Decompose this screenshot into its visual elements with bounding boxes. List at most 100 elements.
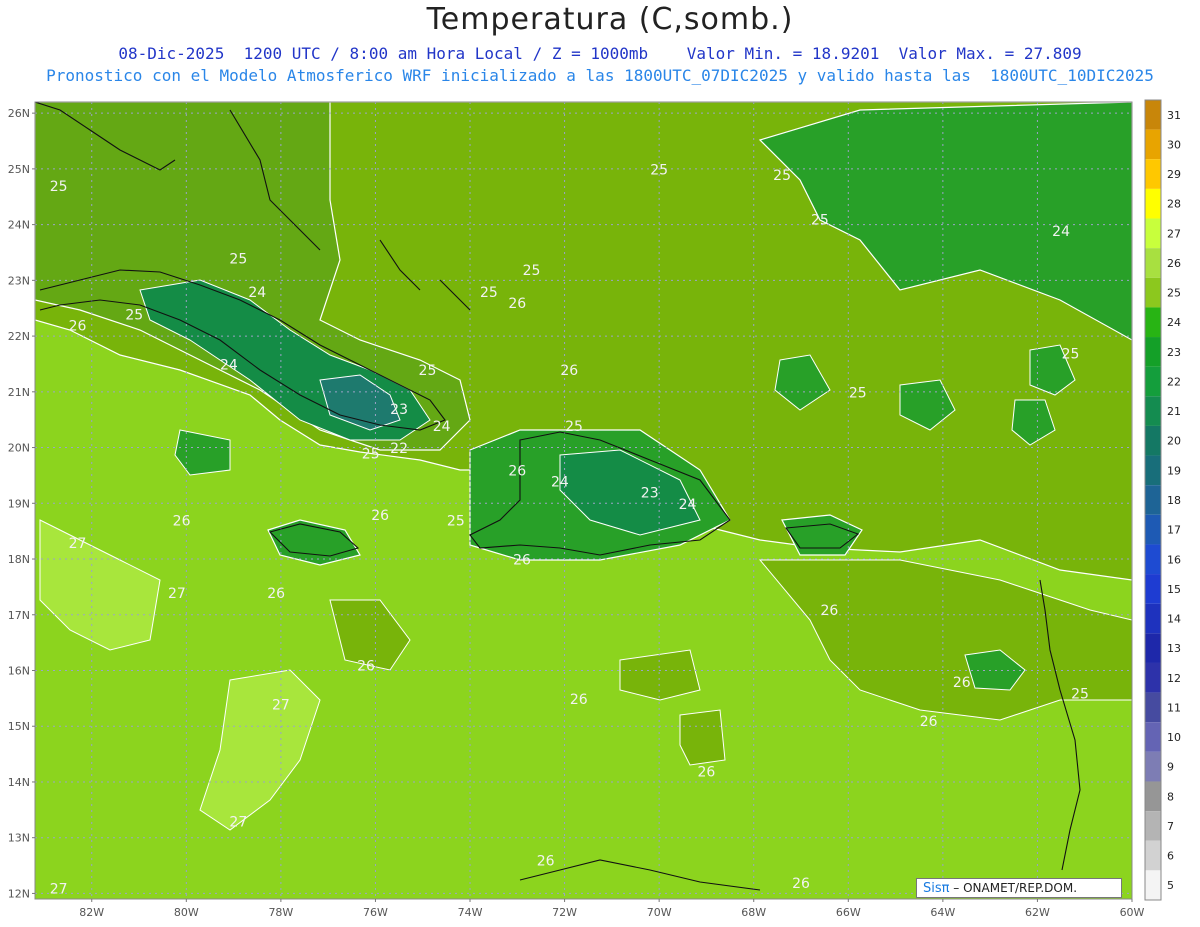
contour-label: 27 — [50, 881, 68, 897]
sispi-logo: Sisπ — [923, 881, 950, 896]
colorbar-swatch — [1145, 574, 1161, 604]
contour-label: 24 — [220, 358, 238, 374]
contour-label: 23 — [641, 486, 659, 502]
lon-label: 64W — [930, 906, 955, 919]
contour-label: 24 — [551, 475, 569, 491]
contour-label: 26 — [570, 692, 588, 708]
colorbar-label: 26 — [1167, 257, 1181, 270]
colorbar-label: 19 — [1167, 464, 1181, 477]
colorbar-swatch — [1145, 544, 1161, 575]
lon-label: 62W — [1025, 906, 1050, 919]
lat-label: 23N — [8, 274, 30, 287]
lon-label: 68W — [741, 906, 766, 919]
contour-label: 25 — [125, 307, 143, 323]
colorbar-label: 17 — [1167, 524, 1181, 537]
contour-label: 26 — [820, 603, 838, 619]
contour-label: 26 — [371, 508, 389, 524]
contour-label: 25 — [419, 363, 437, 379]
credit-text: – ONAMET/REP.DOM. — [953, 881, 1078, 895]
colorbar-label: 11 — [1167, 701, 1181, 714]
colorbar-swatch — [1145, 722, 1161, 752]
colorbar-swatch — [1145, 811, 1161, 841]
contour-label: 26 — [698, 764, 716, 780]
contour-label: 26 — [69, 319, 87, 335]
contour-label: 27 — [168, 586, 186, 602]
colorbar-swatch — [1145, 751, 1161, 782]
lon-label: 60W — [1120, 906, 1145, 919]
colorbar-label: 20 — [1167, 435, 1181, 448]
lat-label: 12N — [8, 887, 30, 900]
field-25-blob-h — [679, 709, 726, 766]
colorbar-swatch — [1145, 662, 1161, 693]
colorbar-label: 14 — [1167, 613, 1181, 626]
colorbar-swatch — [1145, 248, 1161, 278]
contour-label: 25 — [650, 162, 668, 178]
colorbar-label: 22 — [1167, 375, 1181, 388]
colorbar-label: 23 — [1167, 346, 1181, 359]
colorbar-label: 21 — [1167, 405, 1181, 418]
colorbar-swatch — [1145, 100, 1161, 130]
contour-label: 25 — [1062, 346, 1080, 362]
colorbar-label: 7 — [1167, 820, 1174, 833]
lat-label: 21N — [8, 386, 30, 399]
colorbar-swatch — [1145, 514, 1161, 545]
colorbar-label: 18 — [1167, 494, 1181, 507]
credit-box: Sisπ – ONAMET/REP.DOM. — [916, 878, 1122, 898]
colorbar-label: 28 — [1167, 198, 1181, 211]
colorbar-swatch — [1145, 485, 1161, 515]
colorbar-swatch — [1145, 396, 1161, 426]
colorbar-label: 9 — [1167, 761, 1174, 774]
latitude-labels: 26N 25N 24N 23N 22N 21N 20N 19N 18N 17N 16N 15N 14N 1… — [8, 107, 35, 900]
colorbar-label: 10 — [1167, 731, 1181, 744]
lat-label: 18N — [8, 553, 30, 566]
lat-label: 19N — [8, 497, 30, 510]
contour-label: 25 — [523, 263, 541, 279]
colorbar-swatch — [1145, 840, 1161, 871]
contour-label: 26 — [508, 463, 526, 479]
colorbar-swatch — [1145, 129, 1161, 160]
temperature-field — [35, 102, 1132, 899]
lon-label: 82W — [79, 906, 104, 919]
contour-label: 27 — [229, 815, 247, 831]
contour-label: 25 — [229, 252, 247, 268]
lat-label: 20N — [8, 442, 30, 455]
colorbar: 31 30 29 28 27 26 25 24 23 22 21 20 19 18 17 16 15 14 13 12… — [1144, 99, 1181, 901]
colorbar-swatch — [1145, 218, 1161, 249]
colorbar-label: 25 — [1167, 287, 1181, 300]
contour-label: 26 — [560, 363, 578, 379]
lon-label: 72W — [552, 906, 577, 919]
colorbar-swatch — [1145, 603, 1161, 634]
colorbar-label: 6 — [1167, 850, 1174, 863]
lat-label: 17N — [8, 609, 30, 622]
longitude-labels: 82W 80W 78W 76W 74W 72W 70W 68W 66W 64W 62W 60W — [79, 899, 1145, 919]
colorbar-swatch — [1145, 455, 1161, 486]
contour-label: 26 — [920, 714, 938, 730]
colorbar-swatch — [1145, 425, 1161, 456]
contour-label: 26 — [173, 514, 191, 530]
contour-label: 25 — [362, 447, 380, 463]
contour-label: 27 — [272, 698, 290, 714]
contour-label: 26 — [792, 876, 810, 892]
contour-label: 24 — [433, 419, 451, 435]
colorbar-label: 8 — [1167, 790, 1174, 803]
lat-label: 14N — [8, 776, 30, 789]
colorbar-label: 27 — [1167, 227, 1181, 240]
contour-label: 27 — [69, 536, 87, 552]
lon-label: 66W — [836, 906, 861, 919]
contour-label: 26 — [357, 658, 375, 674]
contour-label: 24 — [679, 497, 697, 513]
colorbar-label: 30 — [1167, 138, 1181, 151]
colorbar-label: 16 — [1167, 553, 1181, 566]
contour-label: 25 — [849, 385, 867, 401]
colorbar-label: 24 — [1167, 316, 1181, 329]
contour-label: 25 — [50, 179, 68, 195]
contour-label: 25 — [480, 285, 498, 301]
contour-label: 23 — [390, 402, 408, 418]
lon-label: 76W — [363, 906, 388, 919]
colorbar-swatch — [1145, 870, 1161, 900]
colorbar-swatch — [1145, 337, 1161, 367]
lat-label: 26N — [8, 107, 30, 120]
contour-label: 24 — [1052, 224, 1070, 240]
lon-label: 74W — [458, 906, 483, 919]
colorbar-swatch — [1145, 159, 1161, 189]
